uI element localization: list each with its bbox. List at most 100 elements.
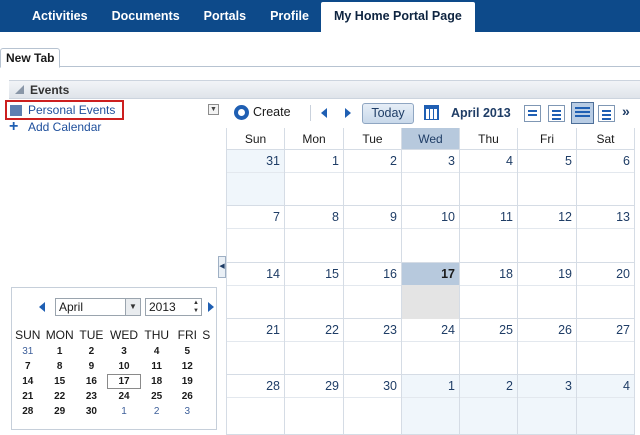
day-number[interactable]: 27	[616, 323, 630, 337]
day-view-icon[interactable]	[524, 105, 541, 122]
events-portlet-header[interactable]: Events	[9, 80, 640, 99]
day-number[interactable]: 11	[500, 210, 513, 224]
list-view-icon[interactable]	[598, 105, 615, 122]
day-number[interactable]: 30	[383, 379, 397, 393]
day-number[interactable]: 28	[266, 379, 280, 393]
mini-day[interactable]: 2	[141, 404, 172, 419]
mini-day[interactable]: 4	[141, 344, 172, 359]
day-number[interactable]: 2	[506, 379, 513, 393]
day-cell[interactable]: 8	[285, 206, 344, 263]
day-number[interactable]: 6	[623, 154, 630, 168]
day-number[interactable]: 22	[325, 323, 339, 337]
chevron-down-icon[interactable]: ▼	[125, 299, 140, 315]
calendar-picker-icon[interactable]	[424, 105, 439, 120]
day-cell[interactable]: 28	[227, 375, 285, 435]
mini-day[interactable]: 7	[12, 359, 44, 374]
mini-day[interactable]: 1	[107, 404, 141, 419]
collapse-sidebar-handle[interactable]: ◀	[218, 256, 226, 278]
day-number[interactable]: 29	[325, 379, 339, 393]
mini-day[interactable]: 16	[76, 374, 107, 389]
day-cell[interactable]: 14	[227, 263, 285, 319]
day-cell-today[interactable]: 17	[402, 263, 460, 319]
day-number[interactable]: 20	[616, 267, 630, 281]
day-number[interactable]: 26	[558, 323, 572, 337]
day-cell[interactable]: 24	[402, 319, 460, 375]
day-cell[interactable]: 22	[285, 319, 344, 375]
day-number[interactable]: 13	[616, 210, 630, 224]
mini-day[interactable]: 3	[172, 404, 202, 419]
day-number[interactable]: 23	[383, 323, 397, 337]
day-number[interactable]: 31	[266, 154, 280, 168]
mini-day[interactable]: 3	[107, 344, 141, 359]
day-cell[interactable]: 10	[402, 206, 460, 263]
day-cell[interactable]: 26	[518, 319, 577, 375]
day-number[interactable]: 24	[441, 323, 455, 337]
day-cell[interactable]: 20	[577, 263, 635, 319]
spinner-arrows-icon[interactable]: ▲ ▼	[191, 299, 201, 315]
collapse-triangle-icon[interactable]	[15, 85, 24, 94]
day-number[interactable]: 12	[558, 210, 572, 224]
mini-day[interactable]: 10	[107, 359, 141, 374]
day-cell[interactable]: 31	[227, 150, 285, 206]
day-number[interactable]: 16	[383, 267, 397, 281]
calendar-options-dropdown-icon[interactable]: ▼	[208, 104, 219, 115]
day-number[interactable]: 21	[266, 323, 280, 337]
mini-day[interactable]: 21	[12, 389, 44, 404]
create-button[interactable]: Create	[253, 105, 291, 119]
mini-day[interactable]: 18	[141, 374, 172, 389]
day-cell[interactable]: 13	[577, 206, 635, 263]
day-number[interactable]: 14	[266, 267, 280, 281]
day-cell[interactable]: 4	[460, 150, 518, 206]
day-cell[interactable]: 12	[518, 206, 577, 263]
day-number[interactable]: 18	[499, 267, 513, 281]
mini-day[interactable]: 11	[141, 359, 172, 374]
mini-day[interactable]: 9	[76, 359, 107, 374]
day-number[interactable]: 2	[390, 154, 397, 168]
page-tab-new-tab[interactable]: New Tab	[0, 48, 61, 68]
mini-day[interactable]: 30	[76, 404, 107, 419]
year-spinner[interactable]: 2013 ▲ ▼	[145, 298, 202, 316]
mini-day[interactable]: 1	[44, 344, 76, 359]
day-cell[interactable]: 21	[227, 319, 285, 375]
day-cell[interactable]: 16	[344, 263, 402, 319]
day-number[interactable]: 10	[441, 210, 455, 224]
day-cell[interactable]: 7	[227, 206, 285, 263]
mini-day[interactable]: 5	[172, 344, 202, 359]
today-button[interactable]: Today	[362, 103, 414, 124]
mini-day[interactable]: 24	[107, 389, 141, 404]
day-cell[interactable]: 29	[285, 375, 344, 435]
week-view-icon[interactable]	[548, 105, 565, 122]
day-number[interactable]: 7	[273, 210, 280, 224]
day-cell[interactable]: 3	[518, 375, 577, 435]
day-number[interactable]: 9	[390, 210, 397, 224]
create-gear-icon[interactable]	[234, 105, 249, 120]
nav-tab-portals[interactable]: Portals	[192, 0, 258, 32]
mini-day[interactable]: 23	[76, 389, 107, 404]
day-number[interactable]: 4	[506, 154, 513, 168]
day-number[interactable]: 5	[565, 154, 572, 168]
mini-day[interactable]: 2	[76, 344, 107, 359]
day-cell[interactable]: 3	[402, 150, 460, 206]
day-cell[interactable]: 19	[518, 263, 577, 319]
day-number[interactable]: 17	[441, 267, 455, 281]
day-number[interactable]: 1	[448, 379, 455, 393]
day-cell[interactable]: 27	[577, 319, 635, 375]
day-cell[interactable]: 4	[577, 375, 635, 435]
day-number[interactable]: 8	[332, 210, 339, 224]
mini-prev-month-icon[interactable]	[39, 302, 45, 312]
mini-day[interactable]: 14	[12, 374, 44, 389]
day-cell[interactable]: 30	[344, 375, 402, 435]
nav-tab-profile[interactable]: Profile	[258, 0, 321, 32]
day-cell[interactable]: 25	[460, 319, 518, 375]
day-cell[interactable]: 23	[344, 319, 402, 375]
mini-day-today[interactable]: 17	[107, 374, 142, 389]
more-views-icon[interactable]: »	[622, 103, 630, 119]
mini-day[interactable]: 8	[44, 359, 76, 374]
mini-day[interactable]: 29	[44, 404, 76, 419]
nav-tab-documents[interactable]: Documents	[100, 0, 192, 32]
month-select[interactable]: April ▼	[55, 298, 141, 316]
mini-day[interactable]: 28	[12, 404, 44, 419]
day-number[interactable]: 3	[448, 154, 455, 168]
mini-day[interactable]: 25	[141, 389, 172, 404]
day-cell[interactable]: 2	[344, 150, 402, 206]
